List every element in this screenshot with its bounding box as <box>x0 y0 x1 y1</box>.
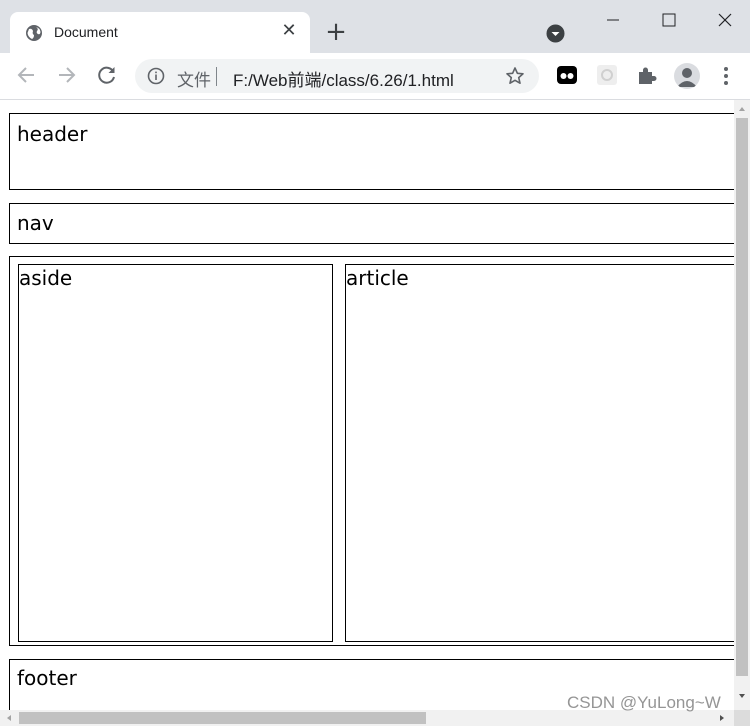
title-bar: Document ✕ + <box>0 0 750 53</box>
horizontal-scroll-thumb[interactable] <box>19 712 426 724</box>
scroll-up-arrow-icon[interactable] <box>736 103 748 115</box>
info-icon[interactable] <box>147 67 165 85</box>
tab-title: Document <box>54 24 118 40</box>
watermark-text: CSDN @YuLong~W <box>567 693 721 712</box>
extension-icon[interactable] <box>556 64 578 86</box>
scroll-down-arrow-icon[interactable] <box>736 690 748 702</box>
reload-icon[interactable] <box>95 63 119 87</box>
address-divider <box>216 67 217 86</box>
close-icon[interactable]: ✕ <box>280 21 298 41</box>
puzzle-icon[interactable] <box>636 64 658 86</box>
nav-label: nav <box>17 211 54 235</box>
scrollbar-corner <box>734 710 750 726</box>
arrow-left-icon[interactable] <box>14 63 38 87</box>
kebab-menu-icon[interactable] <box>718 65 734 87</box>
globe-icon <box>26 25 42 41</box>
plus-icon[interactable]: + <box>324 19 348 45</box>
nav-section: nav <box>9 203 734 244</box>
maximize-icon[interactable] <box>654 8 684 32</box>
person-icon <box>677 68 697 87</box>
vertical-scroll-thumb[interactable] <box>736 118 748 676</box>
header-section: header <box>9 113 734 190</box>
page-viewport: header nav aside article footer <box>0 100 734 710</box>
scheme-label: 文件 <box>177 71 211 90</box>
arrow-right-icon[interactable] <box>55 63 79 87</box>
aside-label: aside <box>19 266 73 290</box>
url-text[interactable]: F:/Web前端/class/6.26/1.html <box>233 66 454 91</box>
tab-document[interactable]: Document ✕ <box>10 12 310 53</box>
minimize-icon[interactable] <box>598 8 628 32</box>
extension-icon[interactable] <box>596 64 618 86</box>
window-close-icon[interactable] <box>710 8 740 32</box>
chevron-down-circle-icon[interactable] <box>546 24 565 43</box>
article-section: article <box>345 264 734 642</box>
main-section: aside article <box>9 256 734 646</box>
address-bar[interactable]: 文件 F:/Web前端/class/6.26/1.html <box>135 59 539 93</box>
aside-section: aside <box>18 264 333 642</box>
browser-toolbar: 文件 F:/Web前端/class/6.26/1.html <box>0 53 750 99</box>
scroll-left-arrow-icon[interactable] <box>3 712 15 724</box>
footer-label: footer <box>17 666 77 690</box>
scroll-right-arrow-icon[interactable] <box>716 712 728 724</box>
avatar-icon[interactable] <box>674 63 700 89</box>
star-icon[interactable] <box>505 66 525 86</box>
article-label: article <box>346 266 409 290</box>
header-label: header <box>17 122 88 146</box>
